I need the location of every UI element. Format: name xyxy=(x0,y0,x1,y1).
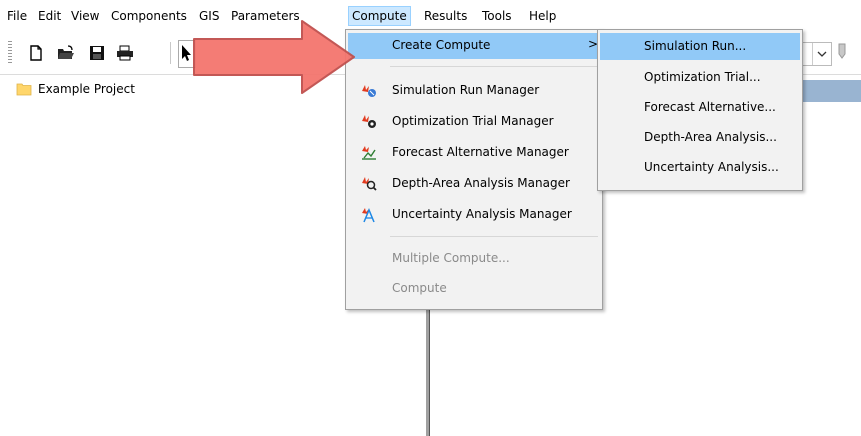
menu-edit[interactable]: Edit xyxy=(35,7,64,25)
toolbar-separator xyxy=(170,42,171,64)
optimization-trial-manager-icon xyxy=(362,115,376,128)
uncertainty-analysis-manager-icon xyxy=(362,208,375,223)
print-icon[interactable] xyxy=(115,44,135,62)
folder-icon xyxy=(16,83,32,96)
forecast-alternative-manager-icon xyxy=(362,146,376,160)
depth-area-analysis-manager-icon xyxy=(362,177,377,191)
submenu-item-uncertainty-analysis[interactable]: Uncertainty Analysis... xyxy=(600,154,800,181)
new-document-icon[interactable] xyxy=(26,44,46,62)
menu-view[interactable]: View xyxy=(68,7,102,25)
menu-tools[interactable]: Tools xyxy=(479,7,515,25)
tree-item-project[interactable]: Example Project xyxy=(16,80,135,98)
annotation-arrow-icon xyxy=(193,20,355,94)
submenu-item-forecast-alternative[interactable]: Forecast Alternative... xyxy=(600,94,800,121)
create-compute-submenu: Simulation Run... Optimization Trial... … xyxy=(597,29,803,191)
compute-menu: Create Compute > Simulation Run Manager … xyxy=(345,29,603,310)
menu-separator xyxy=(390,66,598,67)
submenu-item-depth-area-analysis[interactable]: Depth-Area Analysis... xyxy=(600,124,800,151)
compute-item[interactable]: Compute xyxy=(348,276,600,302)
menu-file[interactable]: File xyxy=(4,7,30,25)
menu-components[interactable]: Components xyxy=(108,7,190,25)
open-folder-icon[interactable] xyxy=(56,44,76,62)
menu-bar: File Edit View Components GIS Parameters… xyxy=(0,0,861,30)
tree-item-label: Example Project xyxy=(38,82,135,96)
chevron-down-icon[interactable] xyxy=(812,43,831,65)
optimization-trial-manager-item[interactable]: Optimization Trial Manager xyxy=(348,109,600,135)
menu-help[interactable]: Help xyxy=(526,7,559,25)
window-title-strip xyxy=(800,80,861,102)
menu-separator xyxy=(390,236,598,237)
forecast-alternative-manager-item[interactable]: Forecast Alternative Manager xyxy=(348,140,600,166)
save-icon[interactable] xyxy=(87,44,107,62)
menu-results[interactable]: Results xyxy=(421,7,470,25)
depth-area-analysis-manager-item[interactable]: Depth-Area Analysis Manager xyxy=(348,171,600,197)
submenu-item-simulation-run[interactable]: Simulation Run... xyxy=(600,33,800,60)
uncertainty-analysis-manager-item[interactable]: Uncertainty Analysis Manager xyxy=(348,202,600,228)
submenu-item-optimization-trial[interactable]: Optimization Trial... xyxy=(600,64,800,91)
create-compute-label: Create Compute xyxy=(392,38,491,52)
simulation-run-manager-item[interactable]: Simulation Run Manager xyxy=(348,78,600,104)
slider-thumb[interactable] xyxy=(838,42,846,62)
multiple-compute-item[interactable]: Multiple Compute... xyxy=(348,246,600,272)
simulation-run-manager-icon xyxy=(362,85,376,97)
toolbar-grip[interactable] xyxy=(8,41,12,65)
create-compute-item[interactable]: Create Compute > xyxy=(348,33,600,59)
